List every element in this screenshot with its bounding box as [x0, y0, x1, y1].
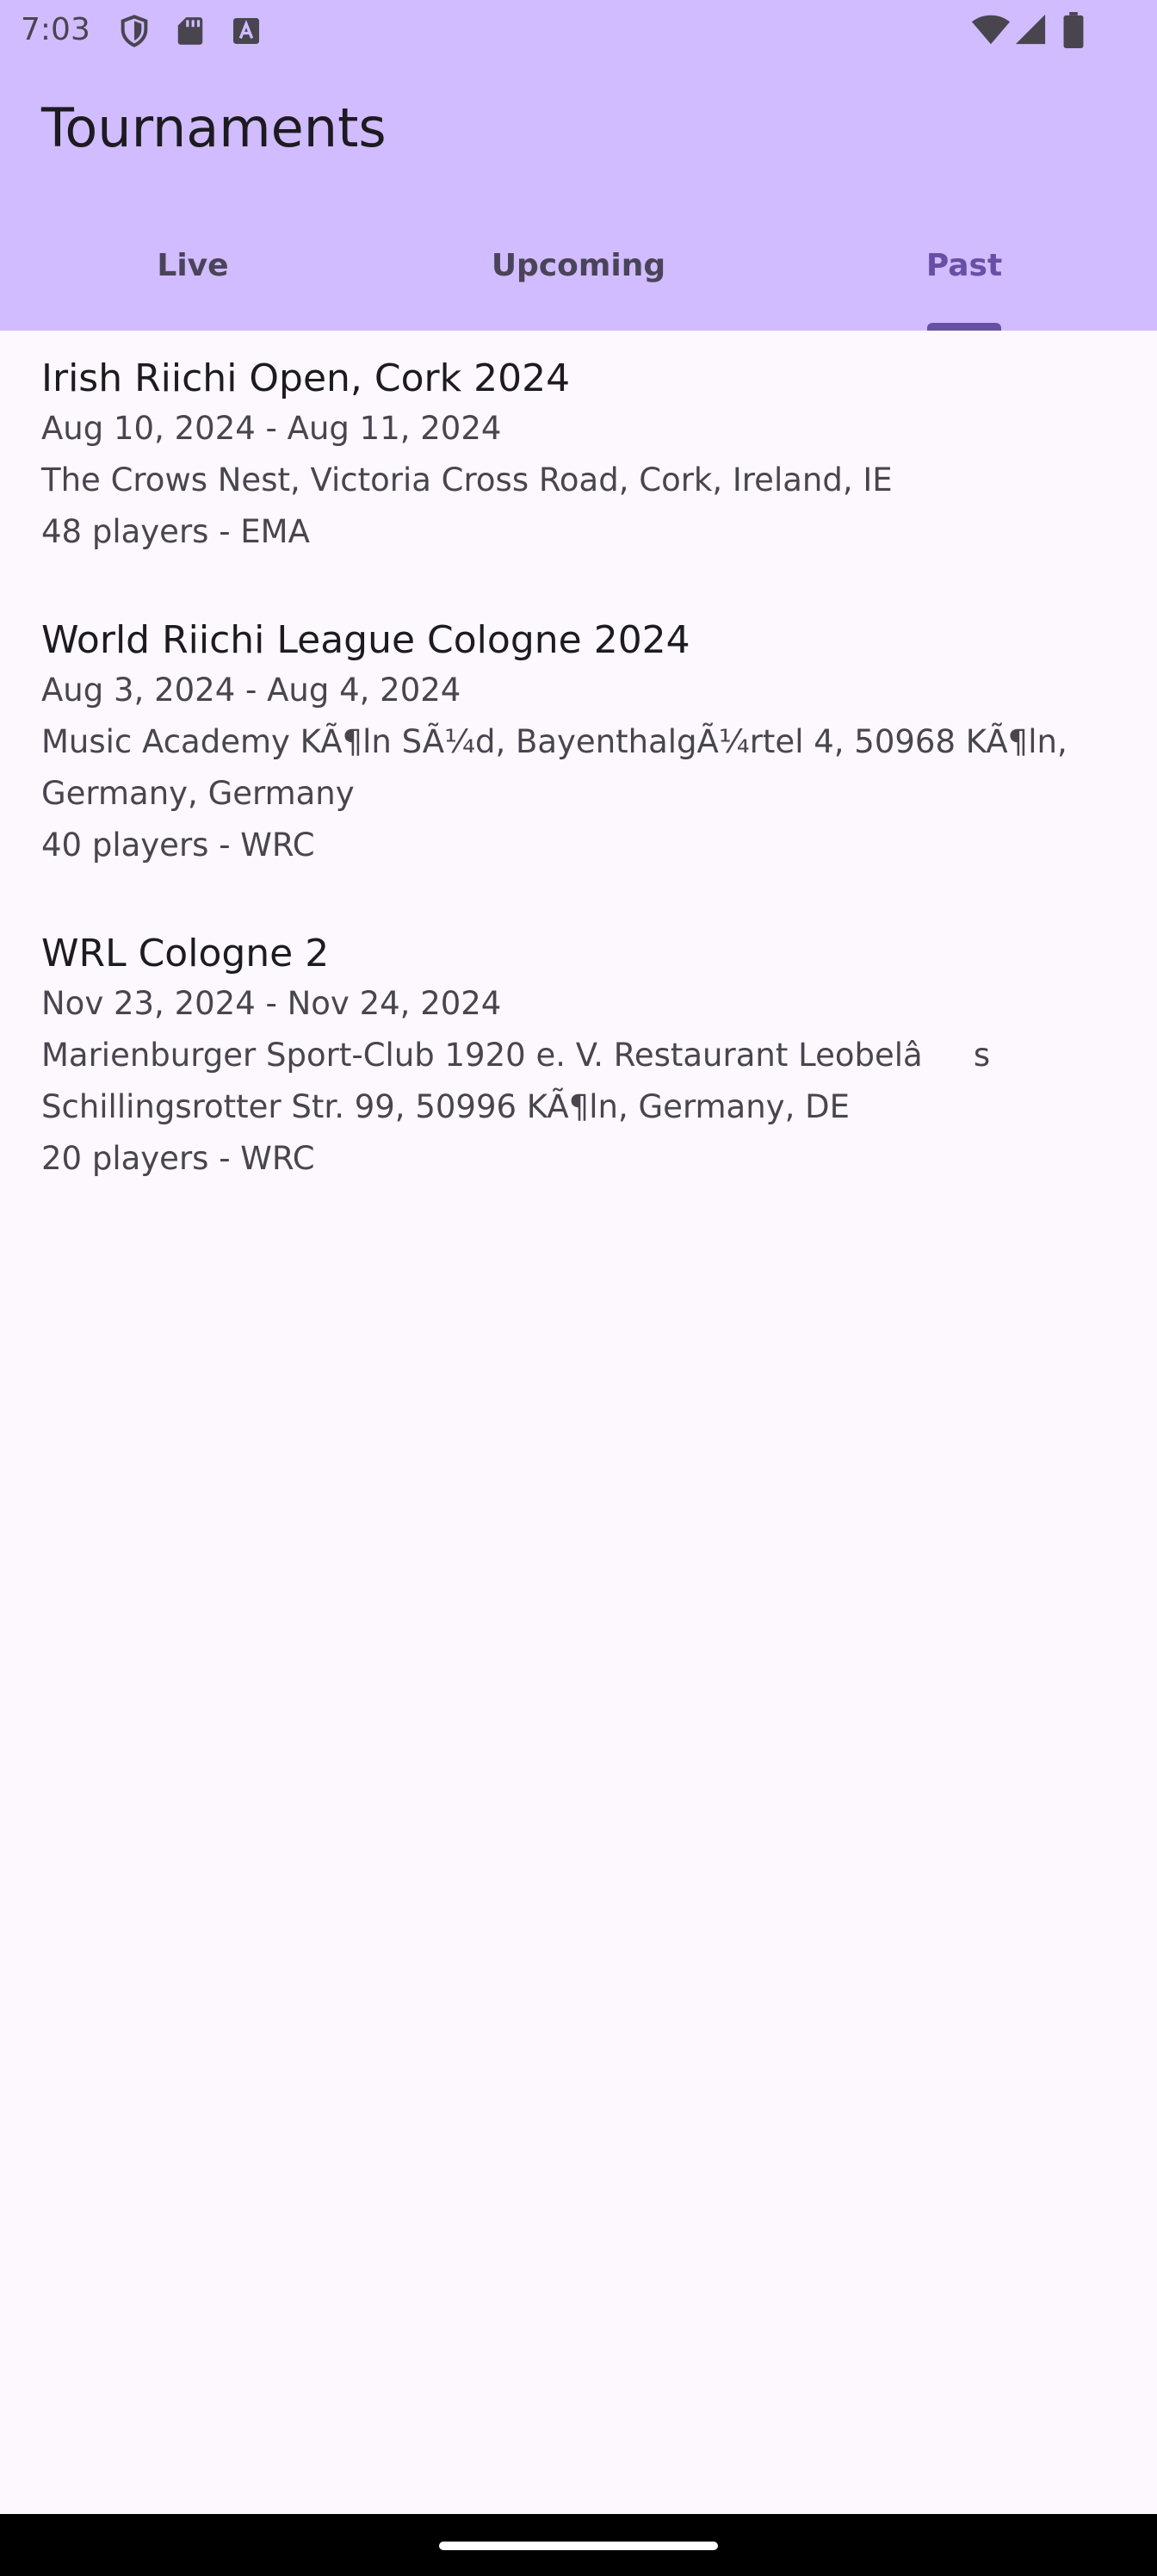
- screen: 7:03 Tournaments Live Upcoming Past Iris…: [0, 0, 1157, 2576]
- app-header: 7:03 Tournaments Live Upcoming Past: [0, 0, 1157, 331]
- tab-label: Past: [925, 247, 1003, 283]
- battery-icon: [1062, 12, 1085, 53]
- tournament-item[interactable]: WRL Cologne 2 Nov 23, 2024 - Nov 24, 202…: [0, 906, 1157, 1185]
- tab-live[interactable]: Live: [0, 214, 386, 331]
- tab-label: Live: [157, 247, 229, 283]
- system-navigation-bar: [0, 2514, 1157, 2576]
- signal-icon: [1014, 12, 1047, 51]
- tournament-location-line2: Germany, Germany: [41, 775, 355, 812]
- page-title: Tournaments: [41, 96, 387, 159]
- tournament-location: The Crows Nest, Victoria Cross Road, Cor…: [41, 461, 893, 498]
- status-bar: 7:03: [0, 0, 1157, 62]
- active-tab-indicator: [927, 323, 1001, 331]
- tournament-item[interactable]: World Riichi League Cologne 2024 Aug 3, …: [0, 592, 1157, 871]
- tab-past[interactable]: Past: [771, 214, 1157, 331]
- tournament-location: Music Academy KÃ¶ln SÃ¼d, BayenthalgÃ¼rt…: [41, 723, 1067, 760]
- tournament-item[interactable]: Irish Riichi Open, Cork 2024 Aug 10, 202…: [0, 331, 1157, 558]
- sd-card-icon: [174, 14, 207, 53]
- status-time: 7:03: [21, 12, 90, 47]
- tournament-dates: Nov 23, 2024 - Nov 24, 2024: [41, 985, 502, 1022]
- text-a-icon: [229, 14, 263, 53]
- tournament-name: Irish Riichi Open, Cork 2024: [41, 356, 571, 400]
- tab-upcoming[interactable]: Upcoming: [386, 214, 771, 331]
- tournament-name: WRL Cologne 2: [41, 932, 330, 975]
- tab-label: Upcoming: [491, 247, 666, 283]
- tournament-players: 48 players - EMA: [41, 513, 310, 550]
- tournament-players: 40 players - WRC: [41, 827, 315, 864]
- tournament-players: 20 players - WRC: [41, 1140, 315, 1177]
- tournament-dates: Aug 10, 2024 - Aug 11, 2024: [41, 410, 502, 447]
- wifi-icon: [971, 12, 1011, 51]
- tab-bar: Live Upcoming Past: [0, 214, 1157, 331]
- tournament-name: World Riichi League Cologne 2024: [41, 618, 690, 662]
- tournament-dates: Aug 3, 2024 - Aug 4, 2024: [41, 672, 461, 709]
- tournament-location: Marienburger Sport-Club 1920 e. V. Resta…: [41, 1037, 991, 1074]
- tournament-list: Irish Riichi Open, Cork 2024 Aug 10, 202…: [0, 331, 1157, 1185]
- home-gesture-handle[interactable]: [439, 2542, 718, 2550]
- tournament-location-line2: Schillingsrotter Str. 99, 50996 KÃ¶ln, G…: [41, 1088, 850, 1125]
- shield-icon: [117, 14, 152, 53]
